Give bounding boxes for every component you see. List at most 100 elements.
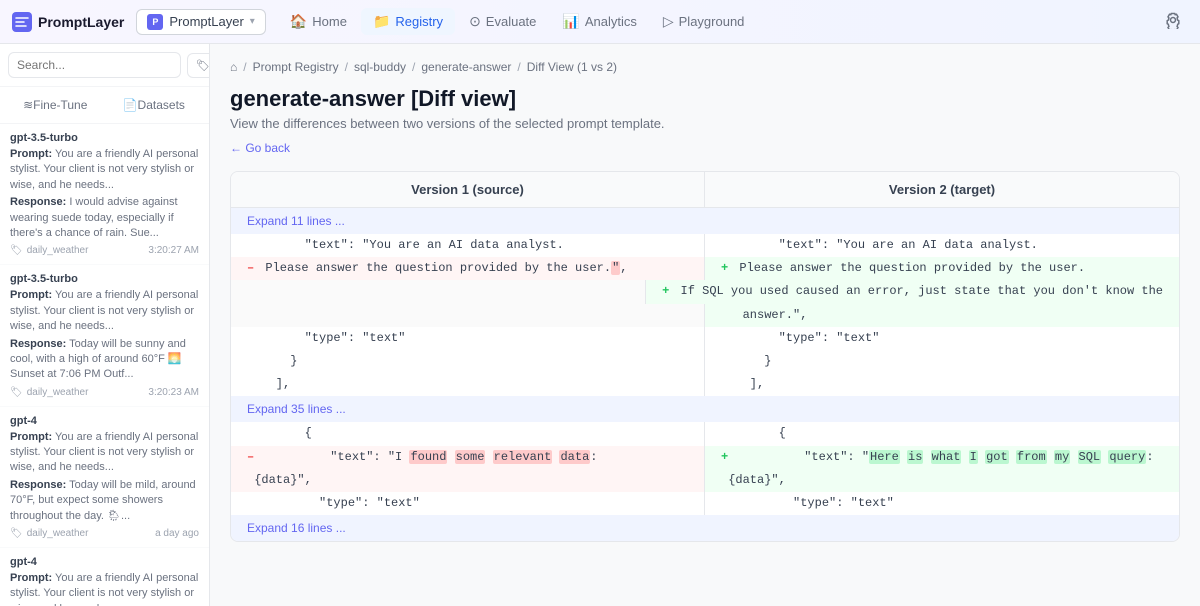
diff-cell-right-added2: + If SQL you used caused an error, just … xyxy=(646,280,1179,303)
diff-cell-left-empty xyxy=(231,304,705,327)
analytics-icon: 📊 xyxy=(562,13,579,30)
table-row: "type": "text" "type": "text" xyxy=(231,327,1179,350)
remove-marker: – xyxy=(247,450,254,464)
settings-button[interactable] xyxy=(1158,5,1188,38)
table-row: {data}", {data}", xyxy=(231,469,1179,492)
timestamp: a day ago xyxy=(155,528,199,539)
list-item[interactable]: gpt-3.5-turbo Prompt: You are a friendly… xyxy=(0,265,209,406)
diff-cell-right-added: + Please answer the question provided by… xyxy=(705,257,1179,280)
tag-name: daily_weather xyxy=(27,387,89,398)
diff-cell-left-empty xyxy=(231,280,646,303)
version2-header: Version 2 (target) xyxy=(705,172,1179,207)
add-marker: + xyxy=(662,284,669,298)
settings-icon xyxy=(1164,11,1182,29)
home-breadcrumb[interactable]: ⌂ xyxy=(230,60,237,74)
add-marker: + xyxy=(721,261,728,275)
table-row: "type": "text" "type": "text" xyxy=(231,492,1179,515)
diff-cell-left-removed3: {data}", xyxy=(231,469,705,492)
expand-lines-2[interactable]: Expand 35 lines ... xyxy=(231,396,1179,422)
logo-icon xyxy=(12,12,32,32)
tab-datasets[interactable]: 📄 Datasets xyxy=(107,93,202,117)
diff-cell-right: } xyxy=(705,350,1179,373)
sidebar-list: gpt-3.5-turbo Prompt: You are a friendly… xyxy=(0,124,209,606)
prompt-label: Prompt: xyxy=(10,431,52,443)
list-item[interactable]: gpt-4 Prompt: You are a friendly AI pers… xyxy=(0,407,209,548)
tag-name: daily_weather xyxy=(27,245,89,256)
workspace-dot: P xyxy=(147,14,163,30)
nav-item-evaluate[interactable]: ⊙ Evaluate xyxy=(457,8,548,35)
table-row: "text": "You are an AI data analyst. "te… xyxy=(231,234,1179,257)
sidebar-tabs: ≋ Fine-Tune 📄 Datasets xyxy=(0,87,209,124)
table-row: { { xyxy=(231,422,1179,445)
registry-icon: 📁 xyxy=(373,13,390,30)
list-item[interactable]: gpt-3.5-turbo Prompt: You are a friendly… xyxy=(0,124,209,265)
diff-cell-right: "type": "text" xyxy=(705,327,1179,350)
table-row: – "text": "I found some relevant data: +… xyxy=(231,446,1179,469)
logo: PromptLayer xyxy=(12,12,124,32)
response-label: Response: xyxy=(10,479,66,491)
prompt-label: Prompt: xyxy=(10,572,52,584)
remove-marker: – xyxy=(247,261,254,275)
diff-cell-right: "type": "text" xyxy=(705,492,1179,515)
list-item[interactable]: gpt-4 Prompt: You are a friendly AI pers… xyxy=(0,548,209,606)
search-input[interactable] xyxy=(8,52,181,78)
diff-cell-left: ], xyxy=(231,373,705,396)
diff-cell-left: { xyxy=(231,422,705,445)
table-row: } } xyxy=(231,350,1179,373)
diff-cell-right-added3: answer.", xyxy=(705,304,1179,327)
model-label: gpt-4 xyxy=(10,415,199,427)
table-row: ], ], xyxy=(231,373,1179,396)
response-label: Response: xyxy=(10,196,66,208)
nav-items: 🏠 Home 📁 Registry ⊙ Evaluate 📊 Analytics… xyxy=(278,8,1154,35)
timestamp: 3:20:27 AM xyxy=(148,245,199,256)
expand-lines-1[interactable]: Expand 11 lines ... xyxy=(231,208,1179,234)
tag-icon: 🏷 xyxy=(10,528,23,539)
diff-cell-right: { xyxy=(705,422,1179,445)
page-subtitle: View the differences between two version… xyxy=(230,116,1180,131)
table-row: answer.", xyxy=(231,304,1179,327)
tag-icon: 🏷 xyxy=(10,387,23,398)
diff-cell-right: ], xyxy=(705,373,1179,396)
prompt-registry-breadcrumb[interactable]: Prompt Registry xyxy=(253,60,339,74)
model-label: gpt-3.5-turbo xyxy=(10,273,199,285)
content-area: ⌂ / Prompt Registry / sql-buddy / genera… xyxy=(210,44,1200,606)
model-label: gpt-4 xyxy=(10,556,199,568)
diff-cell-left: "type": "text" xyxy=(231,327,705,350)
version1-header: Version 1 (source) xyxy=(231,172,705,207)
back-link[interactable]: ← Go back xyxy=(230,141,1180,155)
page-title: generate-answer [Diff view] xyxy=(230,86,1180,112)
diff-cell-left: } xyxy=(231,350,705,373)
sidebar-search-bar: 🏷 Tags xyxy=(0,44,209,87)
nav-item-registry[interactable]: 📁 Registry xyxy=(361,8,455,35)
prompt-label: Prompt: xyxy=(10,289,52,301)
expand-lines-3[interactable]: Expand 16 lines ... xyxy=(231,515,1179,541)
diff-cell-left-removed2: – "text": "I found some relevant data: xyxy=(231,446,705,469)
diff-cell-left-removed: – Please answer the question provided by… xyxy=(231,257,705,280)
datasets-icon: 📄 xyxy=(123,98,138,112)
prompt-label: Prompt: xyxy=(10,148,52,160)
tags-button[interactable]: 🏷 Tags xyxy=(187,53,210,78)
chevron-down-icon: ▾ xyxy=(250,16,255,27)
home-icon: 🏠 xyxy=(290,13,307,30)
response-label: Response: xyxy=(10,338,66,350)
nav-item-playground[interactable]: ▷ Playground xyxy=(651,8,757,35)
diff-cell-right-added4: + "text": "Here is what I got from my SQ… xyxy=(705,446,1179,469)
diff-cell-right-added5: {data}", xyxy=(705,469,1179,492)
diff-cell-left: "type": "text" xyxy=(231,492,705,515)
add-marker: + xyxy=(721,450,728,464)
sql-buddy-breadcrumb[interactable]: sql-buddy xyxy=(354,60,406,74)
evaluate-icon: ⊙ xyxy=(469,13,481,30)
diff-cell-right: "text": "You are an AI data analyst. xyxy=(705,234,1179,257)
sidebar: 🏷 Tags ≋ Fine-Tune 📄 Datasets gpt-3.5-tu… xyxy=(0,44,210,606)
workspace-selector[interactable]: P PromptLayer ▾ xyxy=(136,9,265,35)
nav-item-home[interactable]: 🏠 Home xyxy=(278,8,359,35)
table-row: – Please answer the question provided by… xyxy=(231,257,1179,280)
breadcrumb: ⌂ / Prompt Registry / sql-buddy / genera… xyxy=(230,60,1180,74)
nav-item-analytics[interactable]: 📊 Analytics xyxy=(550,8,648,35)
tag-icon: 🏷 xyxy=(10,245,23,256)
diff-cell-left: "text": "You are an AI data analyst. xyxy=(231,234,705,257)
diff-body: Expand 11 lines ... "text": "You are an … xyxy=(231,208,1179,541)
generate-answer-breadcrumb[interactable]: generate-answer xyxy=(421,60,511,74)
tab-fine-tune[interactable]: ≋ Fine-Tune xyxy=(8,93,103,117)
model-label: gpt-3.5-turbo xyxy=(10,132,199,144)
